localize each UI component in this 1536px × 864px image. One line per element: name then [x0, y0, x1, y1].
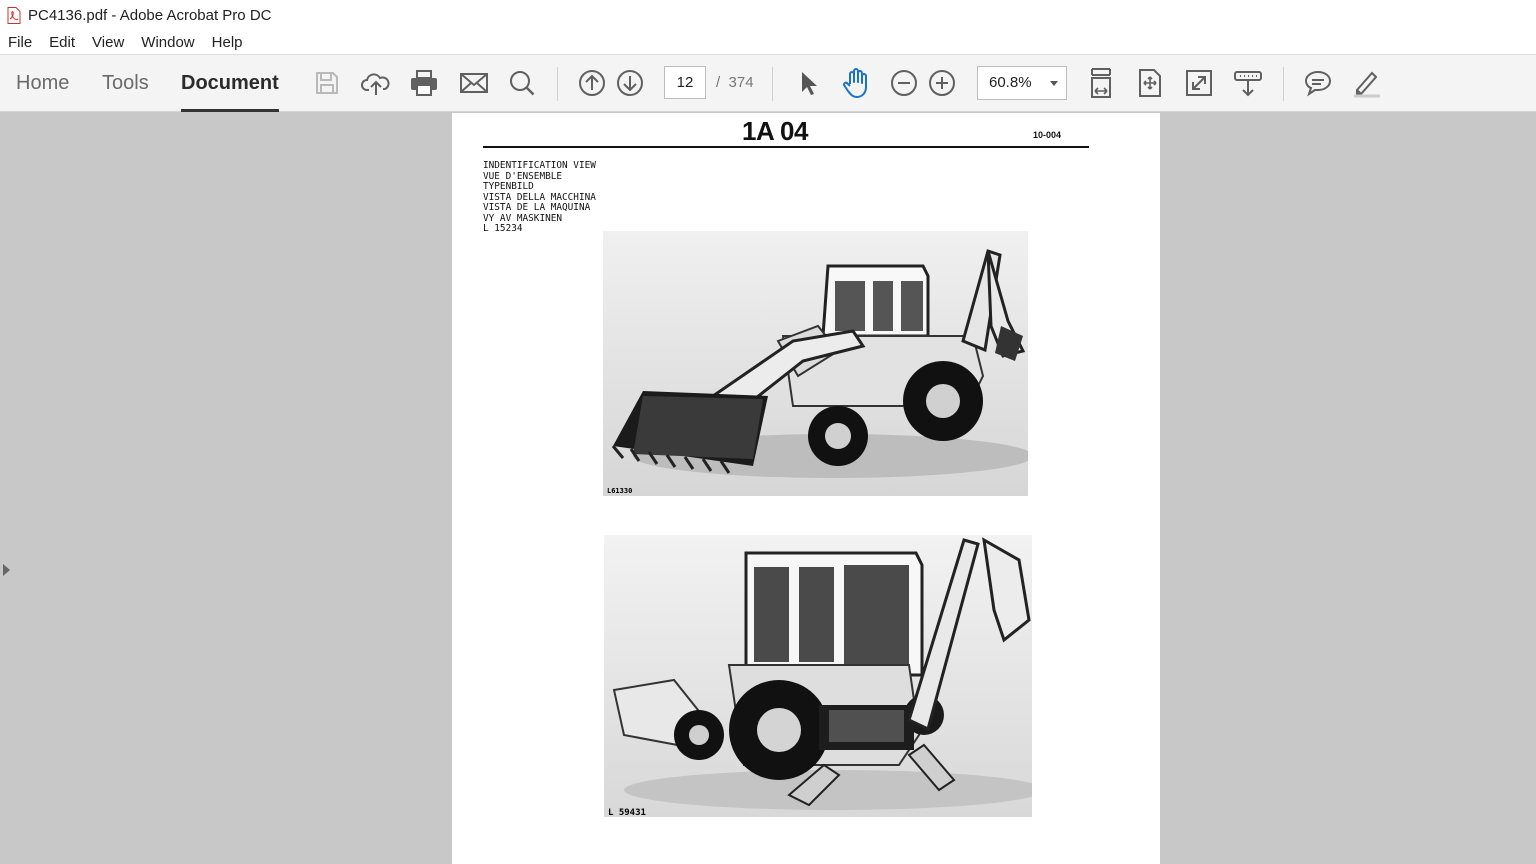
doc-divider: [483, 146, 1089, 148]
doc-caption-list: INDENTIFICATION VIEW VUE D'ENSEMBLE TYPE…: [483, 160, 596, 235]
tab-home[interactable]: Home: [16, 55, 69, 112]
caption-line: VISTA DE LA MAQUINA: [483, 202, 591, 213]
fullscreen-icon[interactable]: [1183, 67, 1215, 99]
pdf-file-icon: [6, 6, 22, 24]
menu-file[interactable]: File: [0, 34, 41, 51]
print-icon[interactable]: [408, 67, 440, 99]
menu-edit[interactable]: Edit: [41, 34, 84, 51]
comment-icon[interactable]: [1302, 67, 1334, 99]
doc-heading: 1A 04: [742, 116, 808, 146]
toolbar: Home Tools Document 12 / 374 60.8%: [0, 54, 1536, 112]
page-number-input[interactable]: 12: [664, 66, 706, 99]
zoom-out-icon[interactable]: [888, 67, 920, 99]
page-total: / 374: [716, 66, 754, 99]
toolbar-separator: [557, 67, 558, 101]
zoom-value: 60.8%: [989, 74, 1032, 91]
chevron-down-icon: [1050, 81, 1058, 86]
email-icon[interactable]: [458, 67, 490, 99]
read-mode-icon[interactable]: [1232, 67, 1264, 99]
caption-line: TYPENBILD: [483, 181, 534, 192]
toolbar-separator: [1283, 67, 1284, 101]
fit-width-icon[interactable]: [1085, 67, 1117, 99]
tab-tools[interactable]: Tools: [102, 55, 149, 112]
pdf-page: 1A 04 10-004 INDENTIFICATION VIEW VUE D'…: [452, 113, 1160, 864]
caption-line: L 15234: [483, 223, 523, 234]
page-down-icon[interactable]: [614, 67, 646, 99]
side-panel-toggle[interactable]: [3, 564, 10, 576]
page-up-icon[interactable]: [576, 67, 608, 99]
window-title: PC4136.pdf - Adobe Acrobat Pro DC: [28, 6, 272, 24]
select-arrow-icon[interactable]: [792, 67, 824, 99]
photo-label: L 59431: [608, 808, 646, 817]
caption-line: INDENTIFICATION VIEW: [483, 160, 596, 171]
zoom-in-icon[interactable]: [926, 67, 958, 99]
toolbar-separator: [772, 67, 773, 101]
backhoe-photo-rear: L 59431: [604, 535, 1032, 817]
backhoe-photo-front: L61330: [603, 231, 1028, 496]
menu-window[interactable]: Window: [133, 34, 203, 51]
pen-icon[interactable]: [1351, 67, 1383, 99]
search-icon[interactable]: [506, 67, 538, 99]
cloud-upload-icon[interactable]: [360, 67, 392, 99]
page-separator: /: [716, 74, 721, 91]
photo-label: L61330: [607, 487, 632, 495]
title-bar: PC4136.pdf - Adobe Acrobat Pro DC: [0, 0, 1536, 30]
total-pages: 374: [728, 74, 754, 91]
save-icon[interactable]: [311, 67, 343, 99]
tab-document[interactable]: Document: [181, 55, 279, 112]
menu-view[interactable]: View: [84, 34, 133, 51]
menu-help[interactable]: Help: [204, 34, 252, 51]
hand-tool-icon[interactable]: [840, 67, 872, 99]
doc-code: 10-004: [1033, 130, 1062, 140]
fit-page-icon[interactable]: [1134, 67, 1166, 99]
menu-bar: File Edit View Window Help: [0, 30, 1536, 54]
zoom-dropdown[interactable]: 60.8%: [977, 66, 1067, 100]
